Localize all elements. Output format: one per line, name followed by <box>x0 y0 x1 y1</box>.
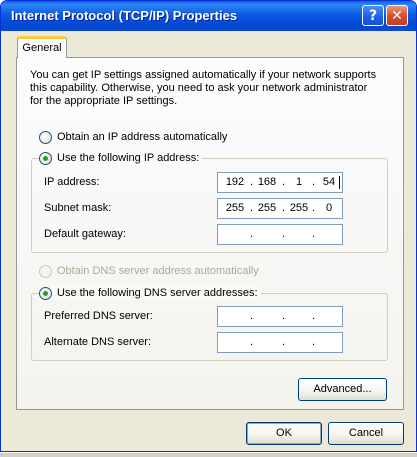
dns-auto-radio[interactable] <box>39 264 52 278</box>
help-icon: ? <box>368 7 378 24</box>
subnet-mask-octet-4: 0 <box>325 202 333 214</box>
subnet-mask-octet-2: 255 <box>257 202 277 214</box>
dns-manual-option[interactable]: Use the following DNS server addresses: <box>39 286 261 300</box>
close-button[interactable]: ✕ <box>386 5 408 26</box>
subnet-mask-octet-3: 255 <box>289 202 309 214</box>
subnet-mask-label: Subnet mask: <box>44 202 112 214</box>
title-bar[interactable]: Internet Protocol (TCP/IP) Properties ? … <box>1 1 416 31</box>
intro-text: You can get IP settings assigned automat… <box>30 69 377 107</box>
tab-general[interactable]: General <box>17 36 67 58</box>
cancel-button[interactable]: Cancel <box>328 422 404 445</box>
ip-address-input[interactable]: 192 . 168 . 1 . 54 <box>217 172 343 193</box>
ip-dot: . <box>312 176 316 188</box>
close-icon: ✕ <box>391 7 403 24</box>
ip-dot: . <box>250 176 254 188</box>
ip-address-octet-1: 192 <box>225 176 245 188</box>
background-window-edge <box>0 452 417 457</box>
ok-button[interactable]: OK <box>246 422 322 445</box>
alternate-dns-input[interactable]: . . . <box>217 332 343 353</box>
default-gateway-input[interactable]: . . . <box>217 224 343 245</box>
ip-address-octet-3: 1 <box>295 176 303 188</box>
dialog-window: Internet Protocol (TCP/IP) Properties ? … <box>0 0 417 452</box>
ip-address-octet-2: 168 <box>257 176 277 188</box>
ip-dot: . <box>282 228 286 240</box>
ip-dot: . <box>282 336 286 348</box>
preferred-dns-label: Preferred DNS server: <box>44 310 153 322</box>
ip-address-label: IP address: <box>44 176 100 188</box>
ip-manual-label: Use the following IP address: <box>57 152 200 164</box>
ip-dot: . <box>282 202 286 214</box>
ip-manual-radio[interactable] <box>39 151 52 165</box>
ip-dot: . <box>250 336 254 348</box>
ip-auto-radio[interactable] <box>39 130 52 144</box>
dns-manual-label: Use the following DNS server addresses: <box>57 287 258 299</box>
ip-dot: . <box>250 310 254 322</box>
ip-dot: . <box>250 228 254 240</box>
text-caret <box>339 176 340 189</box>
subnet-mask-input[interactable]: 255 . 255 . 255 . 0 <box>217 198 343 219</box>
dns-auto-option[interactable]: Obtain DNS server address automatically <box>39 264 259 278</box>
dns-manual-radio[interactable] <box>39 286 52 300</box>
ip-auto-label: Obtain an IP address automatically <box>57 131 228 143</box>
ip-manual-option[interactable]: Use the following IP address: <box>39 151 203 165</box>
advanced-button[interactable]: Advanced... <box>298 378 387 401</box>
subnet-mask-octet-1: 255 <box>225 202 245 214</box>
window-title: Internet Protocol (TCP/IP) Properties <box>11 8 238 23</box>
dns-auto-label: Obtain DNS server address automatically <box>57 265 259 277</box>
default-gateway-label: Default gateway: <box>44 228 126 240</box>
ip-dot: . <box>312 310 316 322</box>
ip-dot: . <box>282 310 286 322</box>
preferred-dns-input[interactable]: . . . <box>217 306 343 327</box>
ip-auto-option[interactable]: Obtain an IP address automatically <box>39 130 227 144</box>
ip-dot: . <box>312 202 316 214</box>
help-button[interactable]: ? <box>362 5 384 26</box>
ip-dot: . <box>312 228 316 240</box>
ip-dot: . <box>312 336 316 348</box>
ip-dot: . <box>282 176 286 188</box>
alternate-dns-label: Alternate DNS server: <box>44 336 151 348</box>
ip-dot: . <box>250 202 254 214</box>
